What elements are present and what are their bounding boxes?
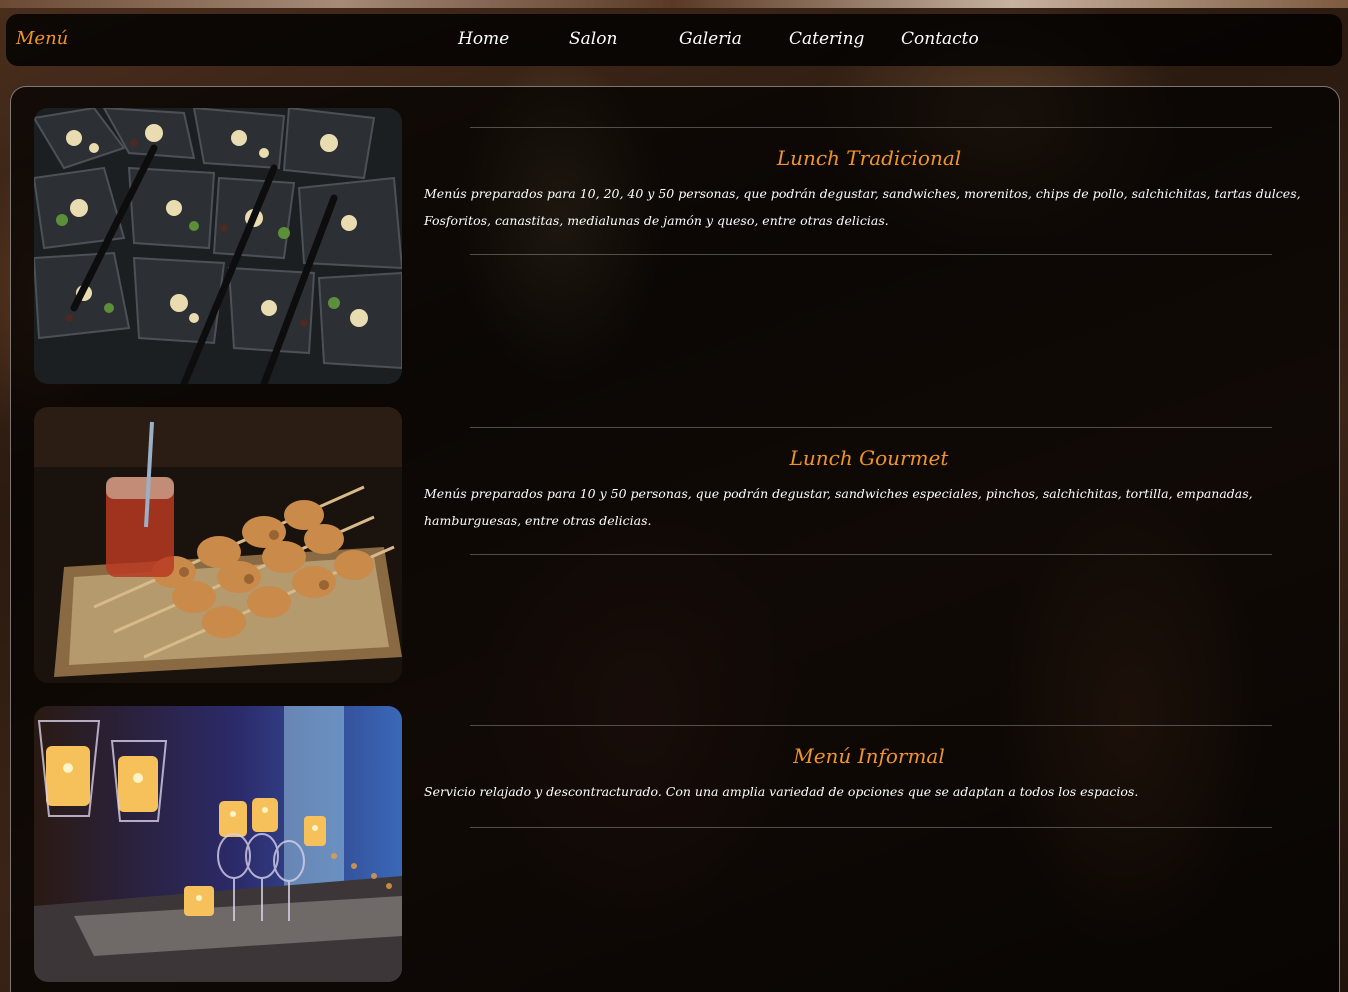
navbar: Menú Home Salon Galeria Catering Contact… [6,14,1342,66]
nav-link-galeria[interactable]: Galeria [679,29,742,49]
section-divider-bottom [470,827,1272,828]
section-divider-bottom [470,254,1272,255]
section-description: Menús preparados para 10 y 50 personas, … [424,486,1253,528]
lunch-tradicional-photo [34,108,402,384]
lunch-gourmet-photo [34,407,402,683]
nav-link-home[interactable]: Home [458,29,509,49]
section-divider-top [470,127,1272,128]
nav-link-contacto[interactable]: Contacto [901,29,979,49]
section-description: Servicio relajado y descontracturado. Co… [424,784,1139,799]
section-divider-bottom [470,554,1272,555]
nav-link-salon[interactable]: Salon [569,29,617,49]
nav-link-catering[interactable]: Catering [789,29,864,49]
section-title: Lunch Gourmet [789,446,949,470]
header-photo-strip [0,0,1348,8]
section-description: Menús preparados para 10, 20, 40 y 50 pe… [424,186,1301,228]
section-divider-top [470,725,1272,726]
section-title: Menú Informal [793,744,945,768]
brand-menu-link[interactable]: Menú [16,28,68,49]
section-divider-top [470,427,1272,428]
menu-informal-photo [34,706,402,982]
section-title: Lunch Tradicional [776,146,962,170]
